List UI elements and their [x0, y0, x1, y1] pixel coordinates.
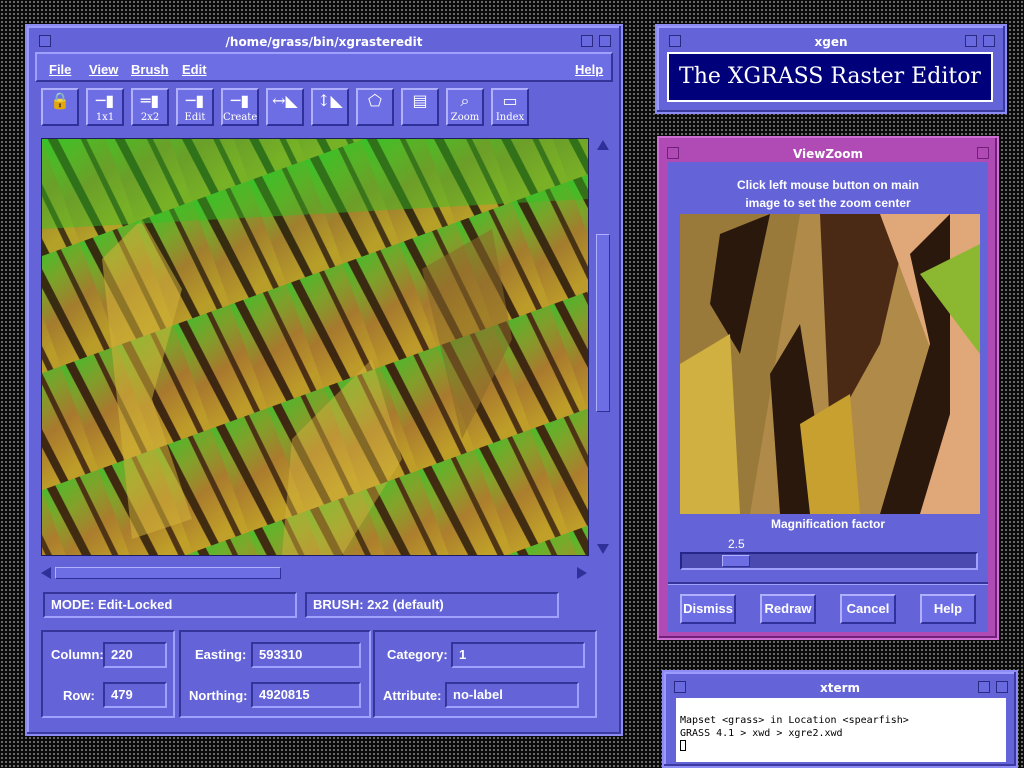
xgen-titlebar[interactable]: xgen — [665, 34, 997, 50]
magnification-value: 2.5 — [728, 537, 745, 551]
raster-map-canvas[interactable] — [41, 138, 589, 556]
redraw-button[interactable]: Redraw — [760, 594, 816, 624]
tool-button[interactable]: ─▮ 1x1 — [86, 88, 124, 126]
dismiss-button[interactable]: Dismiss — [680, 594, 736, 624]
maximize-button[interactable] — [996, 681, 1008, 693]
brush-status: BRUSH: 2x2 (default) — [305, 592, 559, 618]
tool-button[interactable]: ═▮ 2x2 — [131, 88, 169, 126]
category-field[interactable]: 1 — [451, 642, 585, 668]
scroll-down-arrow[interactable] — [597, 544, 609, 554]
magnification-label: Magnification factor — [770, 517, 885, 531]
viewzoom-titlebar[interactable]: ViewZoom — [667, 146, 989, 162]
tool-button[interactable]: ↕◣ — [311, 88, 349, 126]
row-field[interactable]: 479 — [103, 682, 167, 708]
tool-caption: Zoom — [450, 112, 480, 123]
northing-field[interactable]: 4920815 — [251, 682, 361, 708]
brush-1x1-icon: ─▮ — [95, 91, 115, 110]
xterm-title: xterm — [819, 681, 861, 695]
tool-caption: Create — [223, 112, 258, 123]
tool-button[interactable]: 🔒 — [41, 88, 79, 126]
vertical-move-icon: ↕◣ — [317, 91, 343, 110]
horizontal-move-icon: ↔◣ — [272, 91, 298, 110]
mode-status: MODE: Edit-Locked — [43, 592, 297, 618]
tool-caption: 2x2 — [140, 112, 160, 123]
tool-button[interactable]: ▭ Index — [491, 88, 529, 126]
column-field[interactable]: 220 — [103, 642, 167, 668]
xgen-window: xgen The XGRASS Raster Editor — [655, 24, 1007, 114]
zoom-icon: ⌕ — [460, 91, 470, 110]
cancel-button[interactable]: Cancel — [840, 594, 896, 624]
xterm-window: xterm Mapset <grass> in Location <spearf… — [662, 670, 1018, 768]
cell-position-panel: Column: 220 Row: 479 — [41, 630, 175, 718]
edit-brush-icon: ─▮ — [185, 91, 205, 110]
tool-button[interactable]: ─▮ Create — [221, 88, 259, 126]
create-brush-icon: ─▮ — [230, 91, 250, 110]
viewzoom-window: ViewZoom Click left mouse button on main… — [657, 136, 999, 640]
maximize-button[interactable] — [977, 147, 989, 159]
brush-2x2-icon: ═▮ — [140, 91, 160, 110]
terminal-area[interactable]: Mapset <grass> in Location <spearfish> G… — [676, 698, 1006, 762]
tool-caption: Edit — [184, 112, 206, 123]
help-button[interactable]: Help — [920, 594, 976, 624]
tool-button[interactable]: ▤ — [401, 88, 439, 126]
xgen-banner: The XGRASS Raster Editor — [667, 52, 993, 102]
minimize-button[interactable] — [965, 35, 977, 47]
tool-button[interactable]: ─▮ Edit — [176, 88, 214, 126]
map-vertical-scrollbar[interactable] — [595, 138, 611, 556]
magnification-slider-thumb[interactable] — [722, 555, 750, 567]
window-menu-button[interactable] — [674, 681, 686, 693]
tool-button[interactable]: ⬠ — [356, 88, 394, 126]
horizontal-scroll-thumb[interactable] — [55, 567, 281, 579]
viewzoom-divider — [668, 582, 988, 585]
tool-caption: 1x1 — [95, 112, 115, 123]
terminal-line: Mapset <grass> in Location <spearfish> — [680, 715, 909, 726]
tool-button[interactable]: ⌕ Zoom — [446, 88, 484, 126]
scroll-up-arrow[interactable] — [597, 140, 609, 150]
xterm-titlebar[interactable]: xterm — [672, 680, 1008, 696]
tool-button[interactable]: ↔◣ — [266, 88, 304, 126]
terminal-cursor — [680, 740, 686, 751]
zoom-preview-image — [680, 214, 980, 514]
window-menu-button[interactable] — [669, 35, 681, 47]
toolbar: 🔒 ─▮ 1x1 ═▮ 2x2 ─▮ Edit ─▮ Create ↔◣ ↕◣ ⬠ ▤ ⌕ Zoom ▭ Ind… — [27, 38, 621, 126]
lock-icon: 🔒 — [50, 91, 70, 110]
scroll-right-arrow[interactable] — [577, 567, 587, 579]
map-horizontal-scrollbar[interactable] — [41, 566, 587, 580]
polygon-select-icon: ⬠ — [368, 91, 382, 110]
vertical-scroll-thumb[interactable] — [596, 234, 610, 412]
scroll-left-arrow[interactable] — [41, 567, 51, 579]
terminal-line: GRASS 4.1 > xwd > xgre2.xwd — [680, 728, 843, 739]
box-select-icon: ▤ — [412, 91, 428, 110]
zoom-instructions: Click left mouse button on main image to… — [736, 178, 919, 210]
viewzoom-body: Click left mouse button on main image to… — [668, 162, 988, 632]
xgen-title: xgen — [814, 35, 848, 49]
magnification-slider[interactable] — [680, 552, 978, 570]
tool-caption: Index — [495, 112, 525, 123]
coordinate-panel: Easting: 593310 Northing: 4920815 — [179, 630, 371, 718]
attribute-field[interactable]: no-label — [445, 682, 579, 708]
easting-field[interactable]: 593310 — [251, 642, 361, 668]
raster-editor-window: /home/grass/bin/xgrasteredit File View B… — [25, 24, 623, 736]
window-menu-button[interactable] — [667, 147, 679, 159]
minimize-button[interactable] — [978, 681, 990, 693]
viewzoom-title: ViewZoom — [792, 147, 864, 161]
maximize-button[interactable] — [983, 35, 995, 47]
index-icon: ▭ — [502, 91, 518, 110]
category-panel: Category: 1 Attribute: no-label — [373, 630, 597, 718]
